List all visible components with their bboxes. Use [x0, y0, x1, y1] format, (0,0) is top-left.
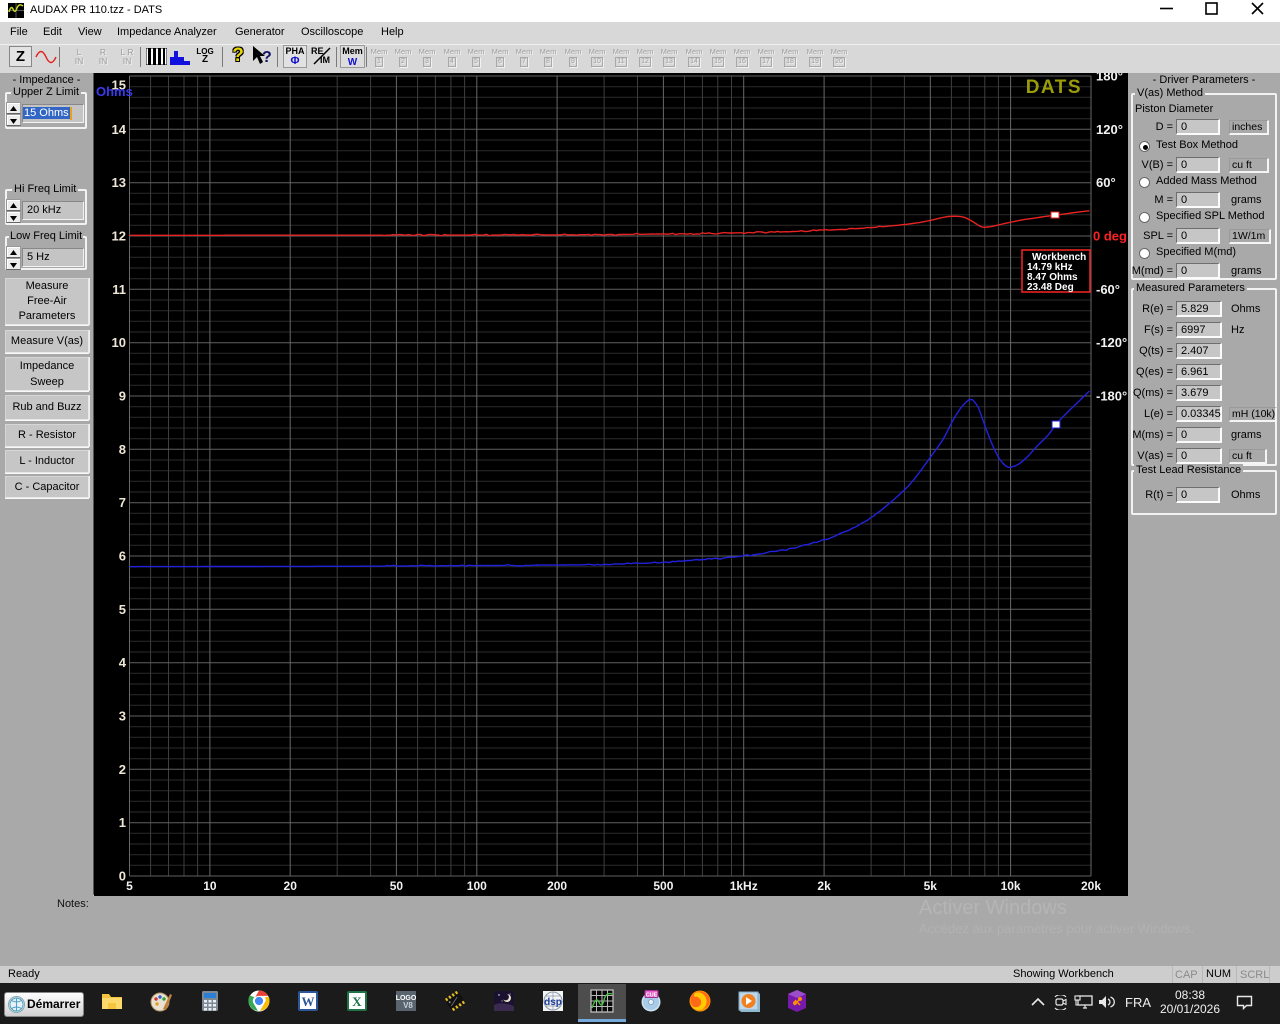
svg-text:W: W: [302, 994, 315, 1009]
svg-text:14: 14: [112, 122, 127, 137]
svg-text:500: 500: [653, 879, 673, 893]
svg-text:100: 100: [467, 879, 487, 893]
svg-text:V8: V8: [403, 1001, 413, 1010]
svg-text:20k: 20k: [1081, 879, 1101, 893]
svg-text:4: 4: [119, 655, 127, 670]
svg-text:dsp: dsp: [544, 997, 562, 1008]
svg-text:?: ?: [262, 49, 272, 66]
svg-text:10: 10: [203, 879, 217, 893]
svg-text:3: 3: [119, 709, 126, 724]
svg-text:1: 1: [119, 815, 126, 830]
svg-text:2: 2: [119, 762, 126, 777]
svg-text:200: 200: [547, 879, 567, 893]
svg-text:23.48 Deg: 23.48 Deg: [1027, 282, 1074, 293]
svg-text:1kHz: 1kHz: [730, 879, 758, 893]
svg-text:CUE: CUE: [646, 993, 658, 999]
svg-text:-60°: -60°: [1096, 282, 1120, 297]
svg-text:8: 8: [119, 442, 126, 457]
svg-text:10k: 10k: [1001, 879, 1021, 893]
svg-text:X: X: [352, 994, 362, 1009]
svg-text:DATS: DATS: [1026, 77, 1082, 98]
svg-text:50: 50: [390, 879, 404, 893]
svg-text:0: 0: [119, 869, 126, 884]
svg-text:60°: 60°: [1096, 175, 1116, 190]
svg-text:5: 5: [119, 602, 126, 617]
svg-text:9: 9: [119, 389, 126, 404]
svg-text:180°: 180°: [1096, 73, 1123, 84]
svg-text:Ohms: Ohms: [96, 84, 133, 99]
svg-text:12: 12: [112, 229, 126, 244]
svg-text:5: 5: [126, 879, 133, 893]
svg-text:5k: 5k: [924, 879, 938, 893]
svg-text:11: 11: [112, 282, 126, 297]
svg-text:6: 6: [119, 549, 126, 564]
svg-text:2k: 2k: [817, 879, 831, 893]
svg-text:13: 13: [112, 175, 126, 190]
svg-text:20: 20: [284, 879, 298, 893]
svg-text:7: 7: [119, 495, 126, 510]
svg-text:10: 10: [112, 335, 126, 350]
